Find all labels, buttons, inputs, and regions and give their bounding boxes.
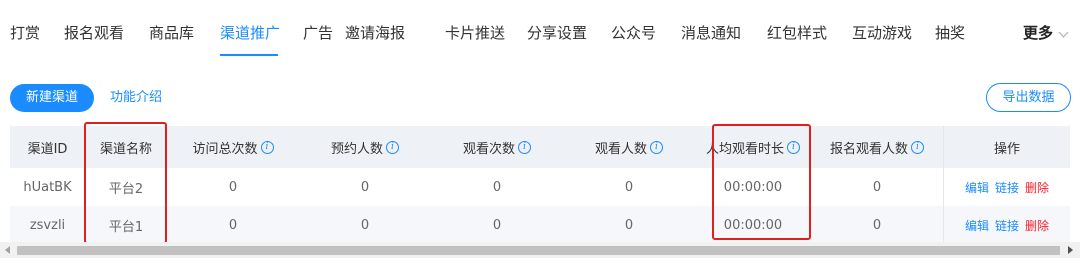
tab-official-account[interactable]: 公众号: [611, 23, 656, 43]
horizontal-scrollbar[interactable]: [0, 242, 1080, 258]
col-header-reservations: 预约人数 i: [299, 126, 431, 168]
row-actions: 编辑 链接 删除: [944, 206, 1070, 244]
scrollbar-thumb[interactable]: [17, 246, 1060, 255]
col-header-actions: 操作: [993, 141, 1020, 157]
cell-visits: 0: [228, 217, 238, 233]
delete-link[interactable]: 删除: [1025, 217, 1049, 234]
col-header-viewers: 观看人数 i: [563, 126, 695, 168]
cell-signup-viewers: 0: [872, 179, 882, 195]
cell-views: 0: [492, 179, 502, 195]
cell-visits: 0: [228, 179, 238, 195]
col-header-avg-duration: 人均观看时长 i: [695, 126, 811, 168]
info-icon[interactable]: i: [911, 140, 924, 154]
tab-lottery[interactable]: 抽奖: [935, 23, 965, 43]
tab-notifications[interactable]: 消息通知: [681, 23, 741, 43]
tab-red-packet-style[interactable]: 红包样式: [767, 23, 827, 43]
col-header-views: 观看次数 i: [431, 126, 563, 168]
active-tab-indicator: [220, 54, 278, 56]
info-icon[interactable]: i: [260, 140, 274, 154]
cell-channel-name: 平台2: [108, 181, 144, 197]
col-header-signup-viewers: 报名观看人数 i: [811, 126, 943, 168]
copy-link-link[interactable]: 链接: [995, 179, 1019, 196]
delete-link[interactable]: 删除: [1025, 179, 1049, 196]
chevron-down-icon[interactable]: [1058, 27, 1069, 38]
cell-channel-id: zsvzli: [29, 217, 66, 233]
info-icon[interactable]: i: [386, 140, 399, 154]
cell-avg-duration: 00:00:00: [723, 217, 783, 233]
table-row: hUatBK 平台2 0 0 0 0 00:00:00 0 编辑 链接 删除: [10, 168, 1070, 206]
export-data-button[interactable]: 导出数据: [986, 83, 1071, 112]
edit-link[interactable]: 编辑: [965, 217, 989, 234]
tab-ads[interactable]: 广告: [303, 23, 333, 43]
info-icon[interactable]: i: [650, 140, 663, 154]
cell-viewers: 0: [624, 179, 634, 195]
tab-channel-promotion[interactable]: 渠道推广: [220, 23, 280, 43]
info-icon[interactable]: i: [518, 140, 531, 154]
new-channel-button[interactable]: 新建渠道: [10, 84, 94, 112]
cell-views: 0: [492, 217, 502, 233]
cell-channel-name: 平台1: [108, 219, 144, 235]
tab-share-settings[interactable]: 分享设置: [527, 23, 587, 43]
feature-intro-link[interactable]: 功能介绍: [110, 84, 162, 112]
copy-link-link[interactable]: 链接: [995, 217, 1019, 234]
tab-invite-poster[interactable]: 邀请海报: [345, 23, 405, 43]
scroll-right-arrow-icon[interactable]: [1068, 246, 1073, 254]
cell-reservations: 0: [360, 217, 370, 233]
tab-bar: 打赏 报名观看 商品库 渠道推广 广告 邀请海报 卡片推送 分享设置 公众号 消…: [0, 0, 1080, 56]
tab-reward[interactable]: 打赏: [10, 23, 40, 43]
table-row: zsvzli 平台1 0 0 0 0 00:00:00 0 编辑 链接 删除: [10, 206, 1070, 244]
tab-product-library[interactable]: 商品库: [149, 23, 194, 43]
cell-channel-id: hUatBK: [23, 179, 72, 195]
col-header-channel-name: 渠道名称: [99, 141, 152, 157]
col-header-visits: 访问总次数 i: [167, 126, 299, 168]
table-header: 渠道ID 渠道名称 访问总次数 i 预约人数 i 观看次数 i 观看人数 i 人均观看时…: [10, 126, 1070, 168]
col-header-channel-id: 渠道ID: [27, 141, 68, 157]
info-icon[interactable]: i: [787, 140, 800, 154]
edit-link[interactable]: 编辑: [965, 179, 989, 196]
more-menu[interactable]: 更多: [1023, 23, 1053, 43]
tab-signup-watch[interactable]: 报名观看: [64, 23, 124, 43]
cell-avg-duration: 00:00:00: [723, 179, 783, 195]
cell-reservations: 0: [360, 179, 370, 195]
row-actions: 编辑 链接 删除: [944, 168, 1070, 206]
cell-viewers: 0: [624, 217, 634, 233]
tab-interactive-games[interactable]: 互动游戏: [852, 23, 912, 43]
cell-signup-viewers: 0: [872, 217, 882, 233]
tab-card-push[interactable]: 卡片推送: [445, 23, 505, 43]
actions-column-divider: [943, 126, 944, 244]
scroll-left-arrow-icon[interactable]: [5, 246, 10, 254]
